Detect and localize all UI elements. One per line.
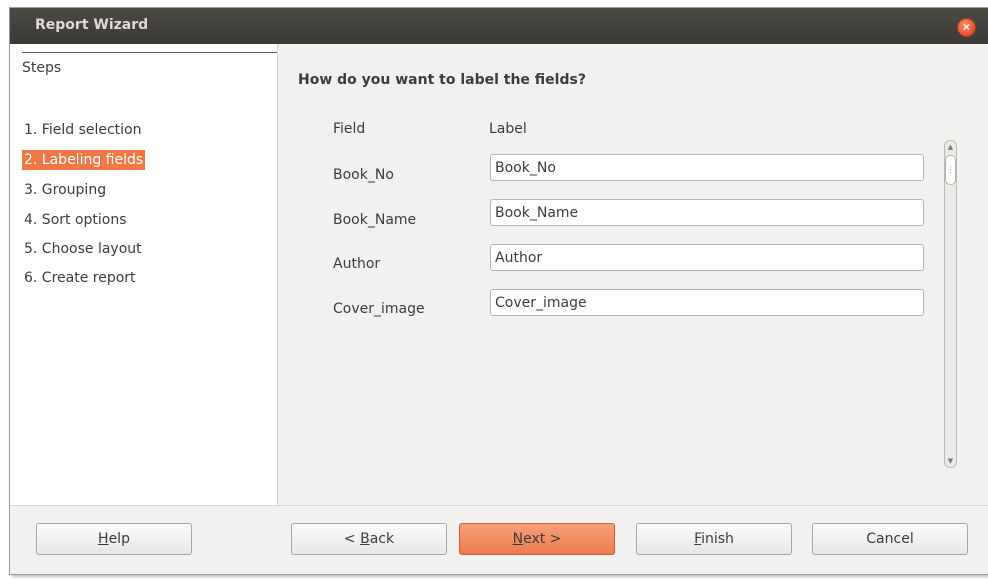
- cancel-button[interactable]: Cancel: [812, 523, 968, 555]
- button-bar: Help < Back Next > Finish Cancel: [10, 506, 988, 574]
- steps-panel: Steps 1. Field selection 2. Labeling fie…: [10, 44, 277, 505]
- field-name-book-name: Book_Name: [333, 212, 417, 228]
- labeling-panel: How do you want to label the fields? Fie…: [278, 44, 988, 505]
- label-input-author[interactable]: [490, 244, 924, 271]
- next-button[interactable]: Next >: [459, 523, 615, 555]
- back-button[interactable]: < Back: [291, 523, 447, 555]
- label-input-cover-image[interactable]: [490, 289, 924, 316]
- scroll-up-arrow-icon[interactable]: ▲: [945, 141, 956, 153]
- field-name-cover-image: Cover_image: [333, 301, 425, 317]
- report-wizard-dialog: Report Wizard × Steps 1. Field selection…: [10, 8, 988, 574]
- step-create-report[interactable]: 6. Create report: [22, 268, 138, 288]
- page-question: How do you want to label the fields?: [298, 72, 586, 88]
- scroll-down-arrow-icon[interactable]: ▼: [945, 455, 956, 467]
- step-choose-layout[interactable]: 5. Choose layout: [22, 239, 144, 259]
- step-field-selection[interactable]: 1. Field selection: [22, 120, 144, 140]
- help-button[interactable]: Help: [36, 523, 192, 555]
- field-name-author: Author: [333, 256, 381, 272]
- vertical-scrollbar[interactable]: ▲ ⋮ ▼: [944, 140, 957, 468]
- label-column-header: Label: [489, 121, 527, 137]
- scroll-thumb[interactable]: ⋮: [945, 155, 956, 185]
- label-input-book-no[interactable]: [490, 154, 924, 181]
- close-icon[interactable]: ×: [957, 18, 976, 37]
- label-input-book-name[interactable]: [490, 199, 924, 226]
- field-name-book-no: Book_No: [333, 167, 394, 183]
- steps-heading: Steps: [22, 52, 277, 76]
- step-labeling-fields[interactable]: 2. Labeling fields: [22, 150, 146, 170]
- title-bar[interactable]: Report Wizard ×: [10, 8, 988, 45]
- field-column-header: Field: [333, 121, 366, 137]
- step-grouping[interactable]: 3. Grouping: [22, 180, 108, 200]
- finish-button[interactable]: Finish: [636, 523, 792, 555]
- step-sort-options[interactable]: 4. Sort options: [22, 210, 129, 230]
- window-title: Report Wizard: [35, 17, 149, 33]
